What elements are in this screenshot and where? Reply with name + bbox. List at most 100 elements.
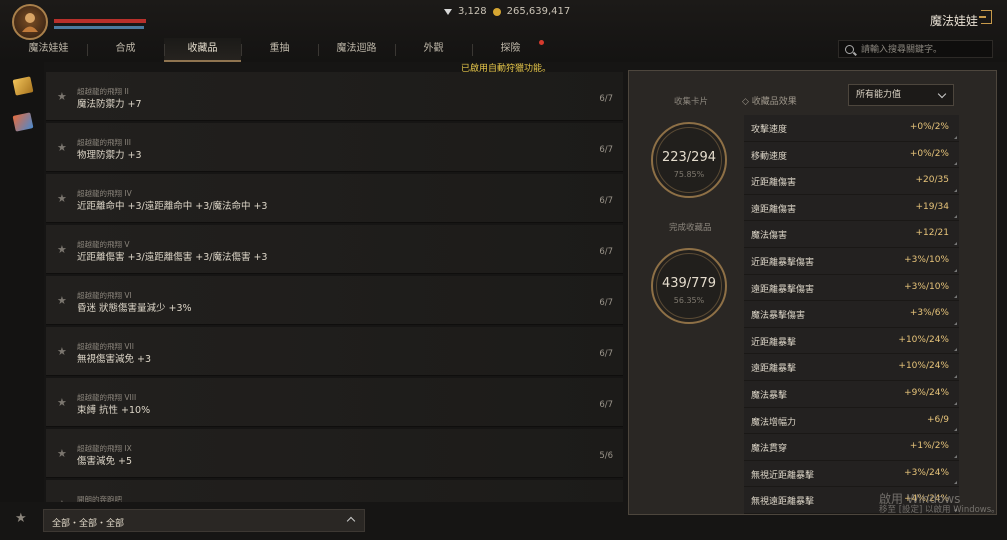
favorites-star-icon[interactable]: ★	[15, 511, 27, 526]
effect-name: 魔法貫穿	[751, 444, 788, 455]
tab-magic-circuit[interactable]: 魔法迴路	[318, 38, 395, 62]
collection-row[interactable]: ★ 超越龍的飛翔 V 近距離傷害 +3/遠距離傷害 +3/魔法傷害 +3 6/7	[46, 225, 623, 274]
collection-count: 6/7	[599, 145, 613, 155]
collection-effect: 近距離傷害 +3/遠距離傷害 +3/魔法傷害 +3	[77, 252, 268, 263]
effect-value: +10%/24%	[898, 361, 949, 372]
effect-value: +20/35	[915, 175, 949, 186]
collection-count: 6/7	[599, 196, 613, 206]
favorite-star-icon[interactable]: ★	[57, 396, 67, 409]
effect-row: 近距離暴擊 +10%/24%	[744, 327, 959, 355]
tab-collection[interactable]: 收藏品	[164, 38, 241, 62]
collection-row[interactable]: ★ 開朗的奔跑吧	[46, 480, 623, 502]
effect-row: 遠距離暴擊 +10%/24%	[744, 354, 959, 381]
collection-row[interactable]: ★ 超越龍的飛翔 IX 傷害減免 +5 5/6	[46, 429, 623, 478]
collection-row[interactable]: ★ 超越龍的飛翔 III 物理防禦力 +3 6/7	[46, 123, 623, 172]
diamond-icon	[444, 8, 452, 15]
effect-value: +10%/24%	[898, 334, 949, 345]
effect-row: 魔法傷害 +12/21	[744, 221, 959, 248]
colored-book-icon[interactable]	[12, 112, 34, 132]
corner-mark	[954, 454, 957, 458]
cards-progress-ring: 223/294 75.85%	[651, 122, 727, 198]
effect-row: 攻擊速度 +0%/2%	[744, 115, 959, 142]
effect-row: 無視近距離暴擊 +3%/24%	[744, 460, 959, 488]
search-box[interactable]	[838, 40, 993, 58]
effect-name: 近距離暴擊	[751, 337, 797, 348]
page-title: 魔法娃娃	[930, 14, 979, 28]
currency-display: 3,128 265,639,417	[444, 6, 570, 17]
collection-count: 6/7	[599, 400, 613, 410]
collection-row[interactable]: ★ 超越龍的飛翔 II 魔法防禦力 +7 6/7	[46, 72, 623, 121]
collection-count: 6/7	[599, 94, 613, 104]
tab-appearance[interactable]: 外觀	[395, 38, 472, 62]
collection-list: ★ 超越龍的飛翔 II 魔法防禦力 +7 6/7 ★ 超越龍的飛翔 III 物理…	[46, 70, 623, 502]
gold-book-icon[interactable]	[12, 76, 34, 96]
completed-label: 完成收藏品	[669, 223, 712, 233]
corner-mark	[954, 268, 957, 272]
effect-value: +3%/10%	[904, 254, 949, 265]
favorite-star-icon[interactable]: ★	[57, 192, 67, 205]
corner-mark	[954, 188, 957, 192]
hp-bar	[54, 19, 146, 23]
corner-mark	[954, 135, 957, 139]
effect-row: 遠距離暴擊傷害 +3%/10%	[744, 274, 959, 302]
collection-effect: 無視傷害減免 +3	[77, 354, 152, 365]
collection-count: 6/7	[599, 247, 613, 257]
favorite-star-icon[interactable]: ★	[57, 243, 67, 256]
search-icon	[845, 45, 854, 54]
favorite-star-icon[interactable]: ★	[57, 447, 67, 460]
effect-name: 遠距離暴擊	[751, 364, 797, 375]
category-filter[interactable]: 全部・全部・全部	[43, 509, 365, 532]
category-filter-text: 全部・全部・全部	[52, 519, 125, 529]
completed-percent: 56.35%	[673, 296, 705, 305]
tab-redraw[interactable]: 重抽	[241, 38, 318, 62]
effect-value: +6/9	[926, 414, 949, 425]
gem-count: 3,128	[458, 6, 487, 17]
notification-dot	[539, 40, 544, 45]
tab-adventure[interactable]: 探險	[472, 38, 549, 62]
corner-mark	[954, 374, 957, 378]
tab-synthesis[interactable]: 合成	[87, 38, 164, 62]
effect-value: +1%/2%	[909, 441, 949, 452]
collection-effect: 傷害減免 +5	[77, 456, 133, 467]
effect-value: +0%/2%	[909, 122, 949, 132]
effect-name: 攻擊速度	[751, 125, 788, 135]
collection-effect: 物理防禦力 +3	[77, 150, 142, 161]
completed-progress-ring: 439/779 56.35%	[651, 248, 727, 324]
search-input[interactable]	[859, 42, 991, 58]
effect-name: 魔法傷害	[751, 231, 788, 242]
effect-value: +0%/2%	[909, 148, 949, 159]
effect-name: 魔法暴擊	[751, 390, 788, 401]
collection-name: 開朗的奔跑吧	[77, 495, 122, 502]
corner-mark	[954, 481, 957, 485]
mp-bar	[54, 26, 144, 29]
corner-mark	[954, 428, 957, 432]
effect-row: 魔法暴擊傷害 +3%/6%	[744, 301, 959, 328]
favorite-star-icon[interactable]: ★	[57, 294, 67, 307]
effect-value: +12/21	[915, 228, 949, 239]
effect-value: +3%/6%	[909, 308, 949, 319]
effect-row: 魔法暴擊 +9%/24%	[744, 380, 959, 408]
collection-row[interactable]: ★ 超越龍的飛翔 VIII 束縛 抗性 +10% 6/7	[46, 378, 623, 427]
exit-icon[interactable]	[979, 10, 992, 24]
stat-filter-dropdown[interactable]: 所有能力值	[848, 84, 954, 106]
tab-magic-doll[interactable]: 魔法娃娃	[10, 38, 87, 62]
effect-row: 近距離暴擊傷害 +3%/10%	[744, 247, 959, 275]
favorite-star-icon[interactable]: ★	[57, 345, 67, 358]
favorite-star-icon[interactable]: ★	[57, 498, 67, 502]
collection-effect: 近距離命中 +3/遠距離命中 +3/魔法命中 +3	[77, 201, 268, 212]
chevron-up-icon	[346, 516, 356, 526]
collection-row[interactable]: ★ 超越龍的飛翔 IV 近距離命中 +3/遠距離命中 +3/魔法命中 +3 6/…	[46, 174, 623, 223]
collection-row[interactable]: ★ 超越龍的飛翔 VII 無視傷害減免 +3 6/7	[46, 327, 623, 376]
corner-mark	[954, 295, 957, 299]
character-portrait[interactable]	[12, 4, 48, 40]
effect-name: 近距離傷害	[751, 178, 797, 189]
effect-value: +9%/24%	[904, 387, 949, 398]
effect-row: 遠距離傷害 +19/34	[744, 194, 959, 222]
favorite-star-icon[interactable]: ★	[57, 90, 67, 103]
gold-coin-icon	[492, 7, 501, 16]
favorite-star-icon[interactable]: ★	[57, 141, 67, 154]
collection-row[interactable]: ★ 超越龍的飛翔 VI 昏迷 狀態傷害量減少 +3% 6/7	[46, 276, 623, 325]
effect-name: 遠距離暴擊傷害	[751, 284, 815, 295]
sidebar	[0, 62, 44, 502]
collection-effect: 束縛 抗性 +10%	[77, 405, 151, 416]
